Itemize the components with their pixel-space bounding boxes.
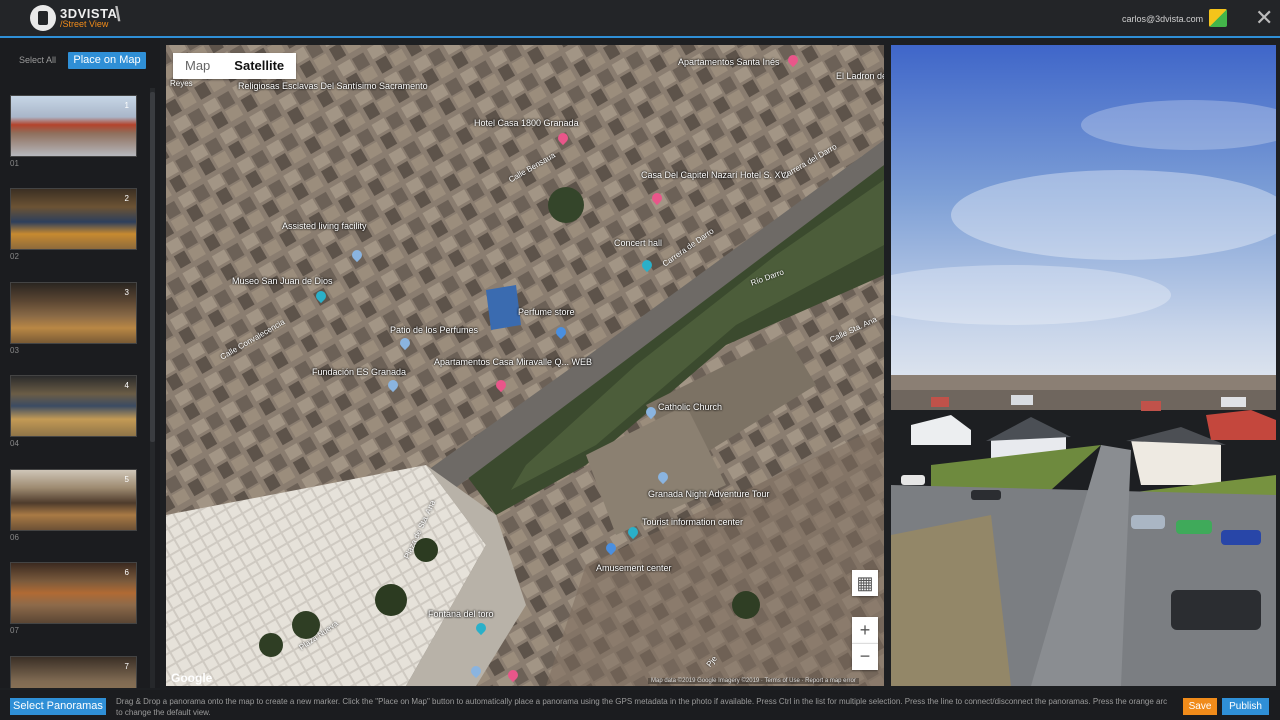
close-icon[interactable]: ✕ — [1255, 5, 1273, 31]
thumbnail-label: 04 — [10, 439, 19, 448]
user-icon[interactable] — [1209, 9, 1227, 27]
place-label[interactable]: Apartamentos Santa Inés — [678, 57, 780, 67]
tab-map[interactable]: Map — [173, 53, 222, 79]
thumbnail-number: 7 — [124, 662, 129, 671]
panorama-image — [891, 45, 1276, 686]
place-label[interactable]: Apartamentos Casa Miravalle Q... WEB — [434, 357, 592, 367]
thumbnail-label: 07 — [10, 626, 19, 635]
panorama-thumbnail[interactable]: 1 — [10, 95, 137, 157]
place-label[interactable]: Concert hall — [614, 238, 662, 248]
publish-button[interactable]: Publish — [1222, 698, 1269, 715]
thumbnail-image — [10, 188, 137, 250]
map-type-toggle: Map Satellite — [173, 53, 297, 79]
google-logo: Google — [171, 671, 213, 685]
place-label[interactable]: Granada Night Adventure Tour — [648, 489, 769, 499]
thumbnail-image — [10, 95, 137, 157]
place-label[interactable]: Hotel Casa 1800 Granada — [474, 118, 579, 128]
3dvista-logo-icon — [30, 5, 56, 31]
place-label[interactable]: Casa Del Capitel Nazarí Hotel S. XVI — [641, 170, 789, 180]
place-label[interactable]: Fontana del toro — [428, 609, 494, 619]
place-label[interactable]: Perfume store — [518, 307, 575, 317]
thumbnail-image — [10, 469, 137, 531]
thumbnail-image — [10, 282, 137, 344]
thumbnail-number: 6 — [124, 568, 129, 577]
thumbnail-number: 5 — [124, 475, 129, 484]
user-email: carlos@3dvista.com — [1122, 14, 1204, 24]
place-label[interactable]: Religiosas Esclavas Del Santísimo Sacram… — [238, 81, 428, 91]
street-label: Reyes — [170, 79, 193, 88]
select-panoramas-button[interactable]: Select Panoramas — [10, 698, 106, 715]
select-all-link[interactable]: Select All — [19, 55, 56, 65]
panorama-thumbnail[interactable]: 2 — [10, 188, 137, 250]
place-label[interactable]: Catholic Church — [658, 402, 722, 412]
zoom-out-icon[interactable]: − — [852, 643, 878, 670]
thumbnail-number: 3 — [124, 288, 129, 297]
thumbnail-label: 02 — [10, 252, 19, 261]
place-label[interactable]: Amusement center — [596, 563, 672, 573]
place-label[interactable]: Museo San Juan de Dios — [232, 276, 333, 286]
satellite-map[interactable]: Map Satellite Religiosas Esclavas Del Sa… — [166, 45, 884, 686]
place-label[interactable]: Assisted living facility — [282, 221, 367, 231]
place-label[interactable]: Patio de los Perfumes — [390, 325, 478, 335]
thumbnail-label: 03 — [10, 346, 19, 355]
zoom-in-icon[interactable]: + — [852, 617, 878, 643]
thumbnail-image — [10, 656, 137, 688]
panorama-thumbnail[interactable]: 3 — [10, 282, 137, 344]
thumbnail-number: 2 — [124, 194, 129, 203]
module-name: /Street View — [60, 19, 109, 29]
place-label[interactable]: Fundación ES Granada — [312, 367, 406, 377]
help-text: Drag & Drop a panorama onto the map to c… — [116, 697, 1168, 717]
fullscreen-icon[interactable]: ▦ — [852, 570, 878, 596]
thumbnail-image — [10, 375, 137, 437]
map-attribution: Map data ©2019 Google Imagery ©2019 · Te… — [648, 678, 859, 684]
thumbnail-label: 06 — [10, 533, 19, 542]
panorama-sidebar: Select All Place on Map 1 01 2 02 3 03 4… — [0, 38, 160, 688]
panorama-viewer[interactable] — [891, 45, 1276, 686]
brand-slash-icon: \ — [115, 4, 121, 26]
panorama-thumbnail[interactable]: 6 — [10, 562, 137, 624]
bottom-bar: Select Panoramas Drag & Drop a panorama … — [0, 690, 1280, 720]
thumbnail-number: 4 — [124, 381, 129, 390]
place-label[interactable]: Tourist information center — [642, 517, 743, 527]
save-button[interactable]: Save — [1183, 698, 1217, 715]
panorama-thumbnail[interactable]: 5 — [10, 469, 137, 531]
tab-satellite[interactable]: Satellite — [222, 53, 296, 79]
place-on-map-button[interactable]: Place on Map — [68, 52, 146, 69]
thumbnail-number: 1 — [124, 101, 129, 110]
panorama-thumbnail[interactable]: 7 — [10, 656, 137, 688]
top-bar: 3DVISTA /Street View \ carlos@3dvista.co… — [0, 0, 1280, 38]
thumbnail-label: 01 — [10, 159, 19, 168]
place-label[interactable]: El Ladron de — [836, 71, 884, 81]
sidebar-scrollbar-thumb[interactable] — [150, 92, 155, 442]
panorama-thumbnail[interactable]: 4 — [10, 375, 137, 437]
thumbnail-image — [10, 562, 137, 624]
